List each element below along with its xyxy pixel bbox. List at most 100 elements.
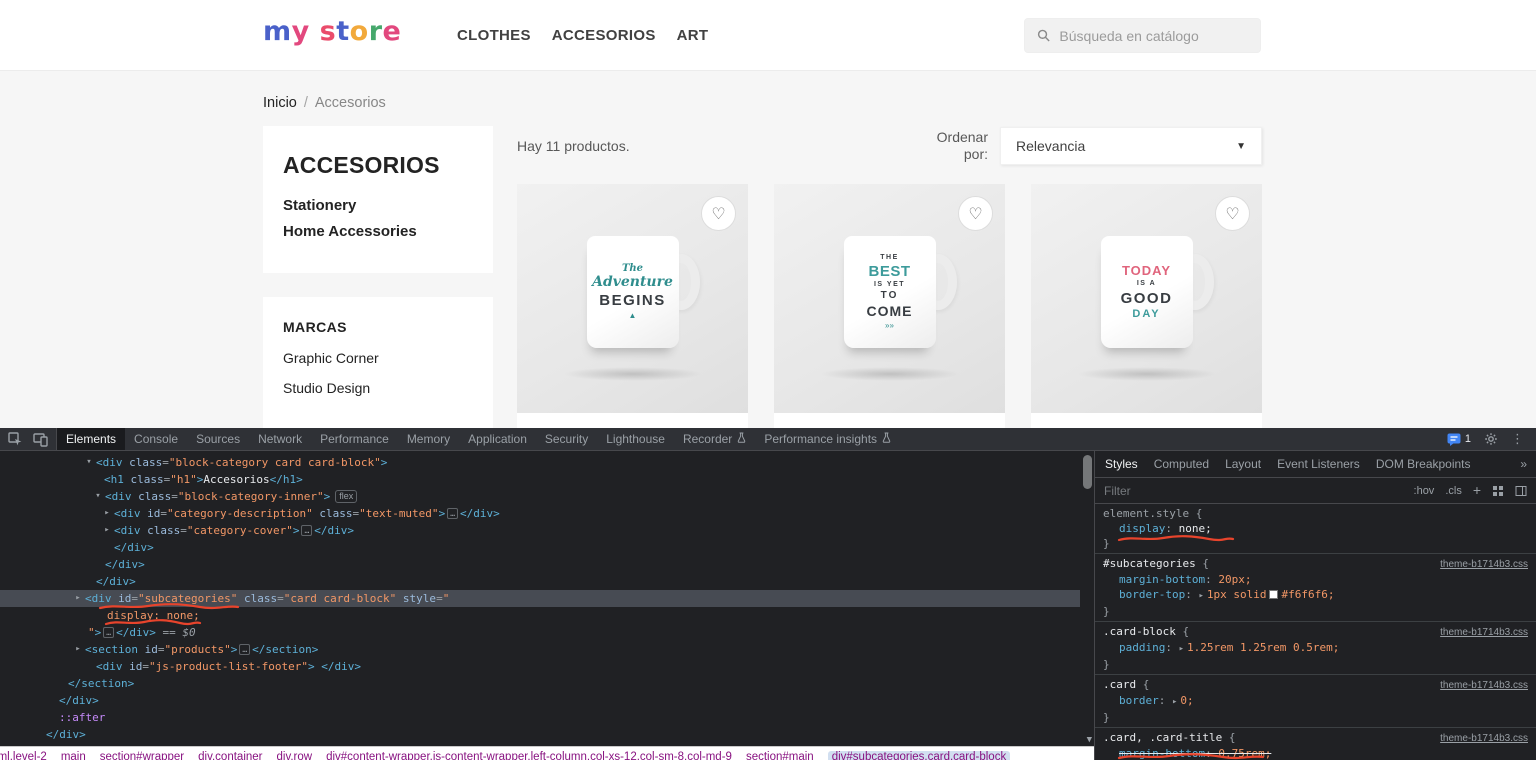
breadcrumb-node[interactable]: html.level-2: [0, 751, 47, 760]
styles-tab-styles[interactable]: Styles: [1097, 451, 1146, 477]
scrollbar-thumb[interactable]: [1083, 455, 1092, 489]
dom-tree-node[interactable]: ▸ <div class="category-cover">… </div>: [0, 522, 1080, 539]
expand-arrow-icon[interactable]: ▸: [102, 505, 112, 522]
dom-tree-node[interactable]: ▾ <div class="block-category card card-bl…: [0, 454, 1080, 471]
dom-tree-node[interactable]: </div>: [0, 539, 1080, 556]
dom-tree-node[interactable]: ">… </div> == $0: [0, 624, 1080, 641]
css-property[interactable]: padding: ▸ 1.25rem 1.25rem 0.5rem;: [1103, 640, 1528, 657]
devtools-tab-lighthouse[interactable]: Lighthouse: [597, 428, 674, 450]
expand-arrow-icon[interactable]: ▸: [102, 522, 112, 539]
css-property[interactable]: display: none;: [1103, 521, 1528, 536]
css-property[interactable]: border-top: ▸ 1px solid #f6f6f6;: [1103, 587, 1528, 604]
ellipsis-expander[interactable]: …: [301, 525, 313, 536]
scrollbar-down-arrow[interactable]: ▼: [1087, 735, 1092, 745]
breadcrumb-node[interactable]: div#subcategories.card.card-block: [827, 751, 1011, 760]
css-property[interactable]: margin-bottom: 0.75rem;: [1103, 746, 1528, 760]
inspect-element-icon[interactable]: [8, 431, 23, 447]
dom-tree-node[interactable]: ▸ <div id="subcategories" class="card car…: [0, 590, 1080, 607]
devtools-tab-network[interactable]: Network: [249, 428, 311, 450]
devtools-tab-performance[interactable]: Performance: [311, 428, 398, 450]
ellipsis-expander[interactable]: …: [239, 644, 251, 655]
dom-tree-node[interactable]: display: none;: [0, 607, 1080, 624]
rule-selector[interactable]: element.style: [1103, 506, 1189, 521]
toggle-cls-button[interactable]: .cls: [1445, 485, 1462, 497]
subcategory-link-home-accessories[interactable]: Home Accessories: [283, 223, 473, 240]
nav-item-art[interactable]: ART: [677, 27, 709, 44]
devtools-tab-security[interactable]: Security: [536, 428, 597, 450]
css-property[interactable]: margin-bottom: 20px;: [1103, 572, 1528, 587]
expand-arrow-icon[interactable]: ▸: [1172, 697, 1177, 707]
issues-indicator[interactable]: 1: [1447, 433, 1471, 446]
rule-selector[interactable]: .card-block: [1103, 624, 1176, 639]
styles-tab-dom-breakpoints[interactable]: DOM Breakpoints: [1368, 451, 1479, 477]
dom-tree-node[interactable]: ▸ <div id="category-description" class="t…: [0, 505, 1080, 522]
dom-tree-node[interactable]: ▸ <section id="products">… </section>: [0, 641, 1080, 658]
store-logo[interactable]: my store: [263, 16, 401, 47]
ellipsis-expander[interactable]: …: [447, 508, 459, 519]
devtools-tab-console[interactable]: Console: [125, 428, 187, 450]
expand-arrow-icon[interactable]: ▸: [1179, 644, 1184, 654]
breadcrumb-home[interactable]: Inicio: [263, 95, 297, 111]
overflow-tabs-icon[interactable]: »: [1511, 451, 1536, 477]
search-input[interactable]: [1059, 27, 1248, 44]
toggle-hov-button[interactable]: :hov: [1414, 485, 1435, 497]
device-toolbar-icon[interactable]: [33, 432, 48, 447]
dom-tree-node[interactable]: <div id="js-product-list-footer"> </div>: [0, 658, 1080, 675]
expand-arrow-icon[interactable]: ▾: [84, 454, 94, 471]
breadcrumb-node[interactable]: div.container: [198, 751, 262, 760]
stylesheet-link[interactable]: theme-b1714b3.css: [1440, 625, 1528, 640]
styles-tab-layout[interactable]: Layout: [1217, 451, 1269, 477]
nav-item-clothes[interactable]: CLOTHES: [457, 27, 531, 44]
new-style-rule-button[interactable]: +: [1473, 482, 1481, 498]
rule-selector[interactable]: .card: [1103, 677, 1136, 692]
stylesheet-link[interactable]: theme-b1714b3.css: [1440, 731, 1528, 746]
expand-arrow-icon[interactable]: ▸: [73, 590, 83, 607]
breadcrumb-node[interactable]: main: [61, 751, 86, 760]
styles-tab-event-listeners[interactable]: Event Listeners: [1269, 451, 1368, 477]
wishlist-button[interactable]: ♡: [701, 196, 736, 231]
nav-item-accesorios[interactable]: ACCESORIOS: [552, 27, 656, 44]
gear-icon[interactable]: [1484, 432, 1498, 446]
tab-label: Memory: [406, 432, 451, 446]
panel-layout-icon[interactable]: [1515, 485, 1527, 497]
sort-dropdown[interactable]: Relevancia ▼: [1000, 127, 1262, 165]
expand-arrow-icon[interactable]: ▸: [1198, 591, 1203, 601]
ellipsis-expander[interactable]: …: [103, 627, 115, 638]
stylesheet-link[interactable]: theme-b1714b3.css: [1440, 557, 1528, 572]
attribute-name-token: id: [111, 592, 132, 605]
breadcrumb-node[interactable]: section#main: [746, 751, 814, 760]
dom-tree-node[interactable]: </div>: [0, 726, 1080, 743]
dom-tree-node[interactable]: </section>: [0, 675, 1080, 692]
rule-selector[interactable]: #subcategories: [1103, 556, 1196, 571]
breadcrumb-node[interactable]: div.row: [277, 751, 313, 760]
stylesheet-link[interactable]: theme-b1714b3.css: [1440, 678, 1528, 693]
expand-arrow-icon[interactable]: ▸: [73, 641, 83, 658]
expand-arrow-icon[interactable]: ▾: [93, 488, 103, 505]
dom-tree-node[interactable]: <h1 class="h1">Accesorios</h1>: [0, 471, 1080, 488]
styles-filter-input[interactable]: Filter: [1104, 484, 1403, 498]
subcategory-link-stationery[interactable]: Stationery: [283, 197, 473, 214]
devtools-tab-elements[interactable]: Elements: [57, 428, 126, 450]
devtools-tab-recorder[interactable]: Recorder: [674, 428, 755, 450]
styles-tab-computed[interactable]: Computed: [1146, 451, 1217, 477]
breadcrumb-node[interactable]: div#content-wrapper.js-content-wrapper.l…: [326, 751, 732, 760]
dom-tree-node[interactable]: ::after: [0, 709, 1080, 726]
dom-tree-node[interactable]: </div>: [0, 556, 1080, 573]
breadcrumb-node[interactable]: section#wrapper: [100, 751, 184, 760]
dom-tree-node[interactable]: </div>: [0, 573, 1080, 590]
wishlist-button[interactable]: ♡: [958, 196, 993, 231]
dom-tree-node[interactable]: </div>: [0, 692, 1080, 709]
css-property[interactable]: border: ▸ 0;: [1103, 693, 1528, 710]
more-options-icon[interactable]: ⋮: [1511, 432, 1524, 447]
dom-tree-node[interactable]: ▾ <div class="block-category-inner"> flex: [0, 488, 1080, 505]
brand-link-studio-design[interactable]: Studio Design: [283, 380, 473, 396]
devtools-tab-performance-insights[interactable]: Performance insights: [755, 428, 900, 450]
brand-link-graphic-corner[interactable]: Graphic Corner: [283, 350, 473, 366]
rule-selector[interactable]: .card, .card-title: [1103, 730, 1222, 745]
devtools-tab-memory[interactable]: Memory: [398, 428, 459, 450]
devtools-tab-sources[interactable]: Sources: [187, 428, 249, 450]
wishlist-button[interactable]: ♡: [1215, 196, 1250, 231]
attribute-name-token: class: [131, 490, 172, 503]
grid-options-icon[interactable]: [1492, 485, 1504, 497]
devtools-tab-application[interactable]: Application: [459, 428, 536, 450]
